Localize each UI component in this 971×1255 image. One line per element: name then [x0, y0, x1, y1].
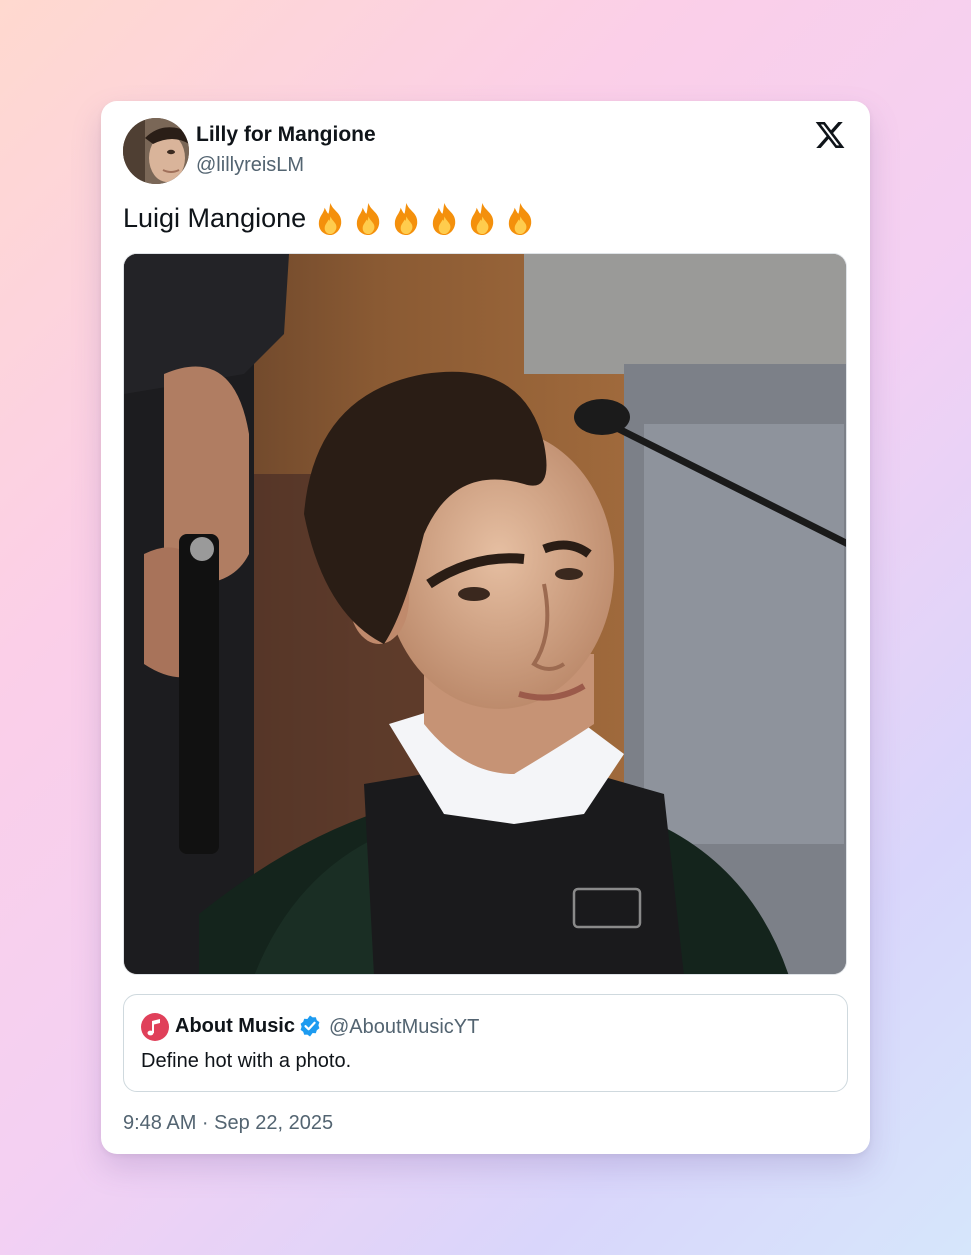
fire-icon [318, 202, 342, 236]
author-name[interactable]: Lilly for Mangione [196, 123, 376, 147]
fire-icon [470, 202, 494, 236]
fire-icon [356, 202, 380, 236]
quoted-author-name[interactable]: About Music [175, 1015, 295, 1038]
quoted-tweet[interactable]: About Music @AboutMusicYT Define hot wit… [123, 994, 848, 1092]
quoted-tweet-text: Define hot with a photo. [141, 1050, 352, 1072]
author-avatar[interactable] [123, 118, 189, 184]
tweet-text: Luigi Mangione [123, 203, 307, 233]
music-note-icon[interactable] [141, 1013, 169, 1041]
tweet-card: Lilly for Mangione @lillyreisLM Luigi Ma… [101, 101, 870, 1154]
fire-icon [432, 202, 456, 236]
x-logo-icon[interactable] [814, 119, 846, 151]
tweet-photo[interactable] [123, 253, 847, 975]
fire-icon [394, 202, 418, 236]
fire-emoji-group [313, 201, 538, 236]
verified-badge-icon [298, 1014, 322, 1038]
fire-icon [508, 202, 532, 236]
tweet-text-row: Luigi Mangione [123, 201, 538, 236]
quoted-author-handle[interactable]: @AboutMusicYT [329, 1016, 479, 1039]
tweet-timestamp[interactable]: 9:48 AM · Sep 22, 2025 [123, 1112, 333, 1135]
author-handle[interactable]: @lillyreisLM [196, 154, 304, 177]
